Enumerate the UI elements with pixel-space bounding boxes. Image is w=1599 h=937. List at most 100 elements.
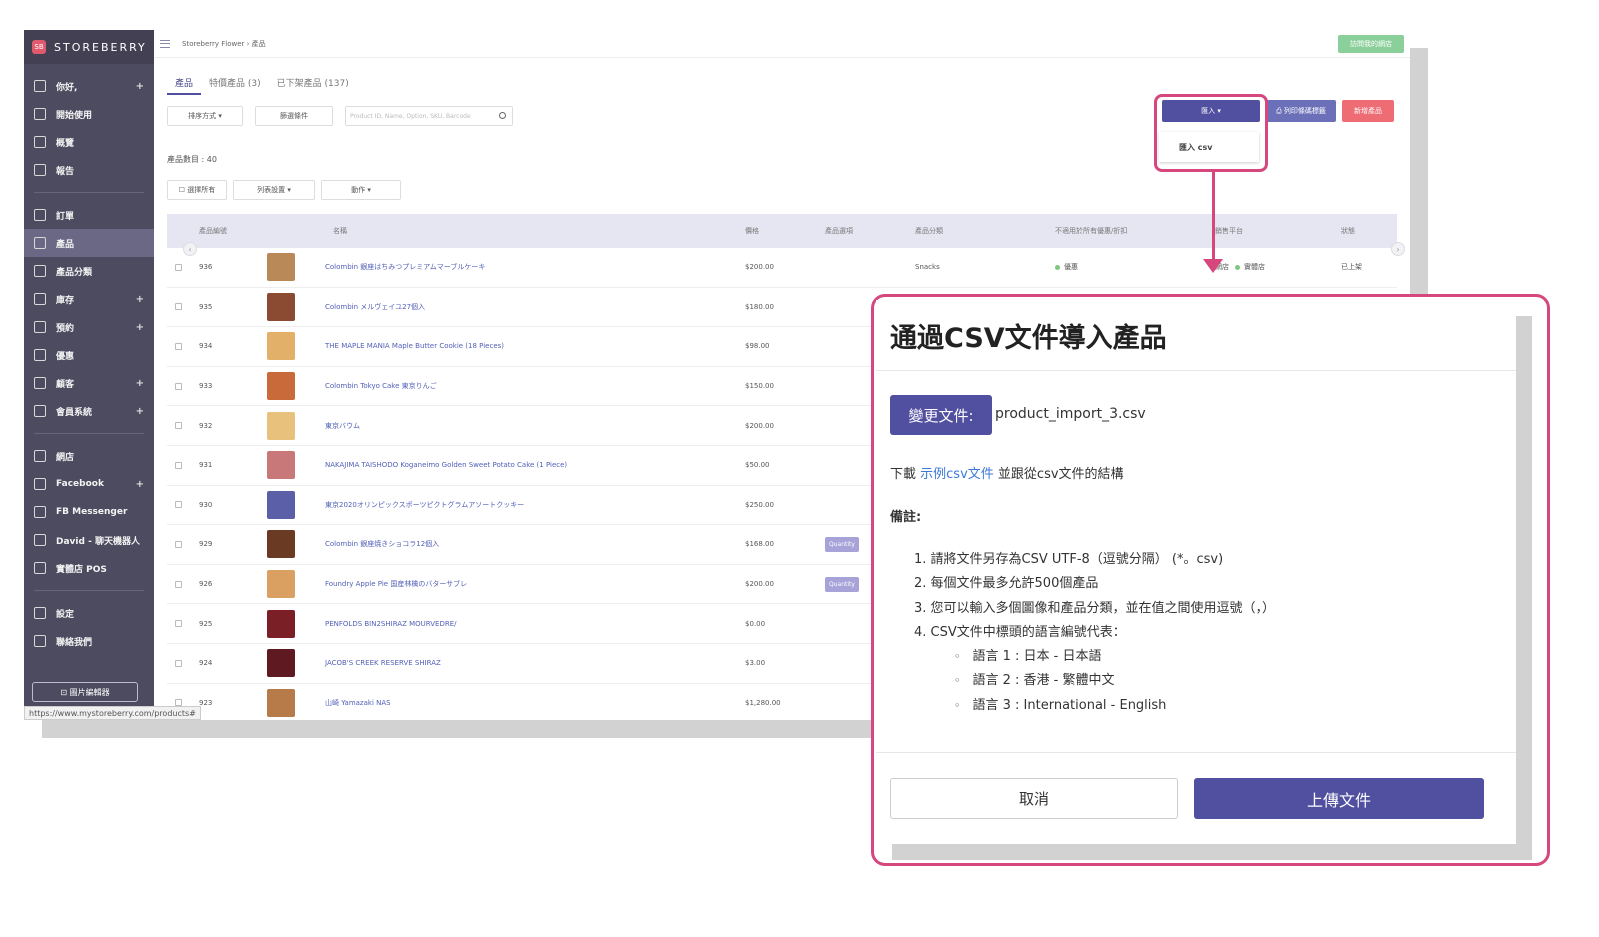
- scroll-right-icon[interactable]: ›: [1391, 242, 1405, 256]
- filter-button[interactable]: 篩選條件: [255, 106, 333, 126]
- sidebar-item[interactable]: 產品: [24, 229, 154, 257]
- row-checkbox[interactable]: [175, 303, 182, 311]
- row-checkbox[interactable]: [175, 501, 182, 509]
- sidebar-item[interactable]: 預約 +: [24, 313, 154, 341]
- expand-plus-icon[interactable]: +: [136, 294, 144, 305]
- sample-csv-link[interactable]: 示例csv文件: [920, 467, 994, 482]
- hamburger-menu-icon[interactable]: [160, 39, 170, 48]
- sidebar-item-label: 設定: [56, 609, 75, 620]
- product-name-link[interactable]: Foundry Apple Pie 国産林檎のバターサブレ: [325, 579, 467, 589]
- row-checkbox[interactable]: [175, 659, 182, 667]
- row-checkbox[interactable]: [175, 540, 182, 548]
- new-product-button[interactable]: 新增產品: [1342, 100, 1394, 122]
- note-item: 2. 每個文件最多允許500個產品: [914, 576, 1099, 592]
- header-name[interactable]: 名稱: [333, 226, 347, 236]
- sidebar-item[interactable]: 你好, +: [24, 72, 154, 100]
- product-name-link[interactable]: NAKAJIMA TAISHODO Koganeimo Golden Sweet…: [325, 461, 567, 469]
- product-thumbnail[interactable]: [267, 609, 295, 638]
- change-file-button[interactable]: 變更文件:: [890, 395, 992, 435]
- search-icon[interactable]: [499, 112, 506, 119]
- row-checkbox[interactable]: [175, 263, 182, 271]
- expand-plus-icon[interactable]: +: [136, 378, 144, 389]
- list-settings-button[interactable]: 列表設置 ▾: [233, 180, 315, 200]
- sidebar-item[interactable]: 報告: [24, 156, 154, 184]
- row-checkbox[interactable]: [175, 422, 182, 430]
- sidebar-item[interactable]: 會員系統 +: [24, 397, 154, 425]
- select-all-button[interactable]: ☐ 選擇所有: [167, 180, 227, 200]
- sidebar-item[interactable]: 概覽: [24, 128, 154, 156]
- header-price[interactable]: 價格: [745, 226, 759, 236]
- row-checkbox[interactable]: [175, 620, 182, 628]
- header-option: 產品選項: [825, 227, 853, 235]
- product-id: 923: [199, 698, 213, 707]
- sidebar-item[interactable]: Facebook +: [24, 470, 154, 498]
- product-thumbnail[interactable]: [267, 292, 295, 321]
- status-dot-icon: [1235, 264, 1240, 270]
- sidebar-item[interactable]: 產品分類: [24, 257, 154, 285]
- upload-file-button[interactable]: 上傳文件: [1194, 778, 1484, 819]
- sidebar-item-label: 顧客: [56, 379, 75, 390]
- row-checkbox[interactable]: [175, 382, 182, 390]
- header-status[interactable]: 狀態: [1341, 226, 1355, 236]
- sidebar-item[interactable]: 庫存 +: [24, 285, 154, 313]
- product-thumbnail[interactable]: [267, 253, 295, 282]
- cancel-button[interactable]: 取消: [890, 778, 1178, 819]
- expand-plus-icon[interactable]: +: [136, 479, 144, 490]
- header-product-id[interactable]: 產品編號: [199, 226, 227, 236]
- product-name-link[interactable]: Colombin 銀座焼きショコラ12個入: [325, 539, 439, 549]
- product-thumbnail[interactable]: [267, 570, 295, 599]
- product-thumbnail[interactable]: [267, 490, 295, 519]
- tab-unlisted-products[interactable]: 已下架產品 (137): [269, 72, 357, 95]
- sort-button[interactable]: 排序方式 ▾: [167, 106, 243, 126]
- search-input[interactable]: Product ID, Name, Option, SKU, Barcode: [345, 106, 513, 126]
- product-thumbnail[interactable]: [267, 688, 295, 717]
- sidebar-item[interactable]: 訂單: [24, 201, 154, 229]
- sidebar-item[interactable]: FB Messenger: [24, 498, 154, 526]
- actions-button[interactable]: 動作 ▾: [321, 180, 401, 200]
- tab-products[interactable]: 產品: [167, 72, 202, 95]
- product-name-link[interactable]: 東京2020オリンピックスポーツピクトグラムアソートクッキー: [325, 500, 524, 510]
- product-thumbnail[interactable]: [267, 451, 295, 480]
- sidebar-item[interactable]: 實體店 POS: [24, 554, 154, 582]
- expand-plus-icon[interactable]: +: [136, 322, 144, 333]
- sidebar-item[interactable]: 網店: [24, 442, 154, 470]
- sidebar-item[interactable]: 聯絡我們: [24, 627, 154, 655]
- row-checkbox[interactable]: [175, 580, 182, 588]
- tab-sale-products[interactable]: 特價產品 (3): [201, 72, 269, 95]
- expand-plus-icon[interactable]: +: [136, 81, 144, 92]
- product-name-link[interactable]: Colombin 銀座はちみつプレミアムマーブルケーキ: [325, 262, 485, 272]
- product-thumbnail[interactable]: [267, 372, 295, 401]
- brand-logo[interactable]: SB STOREBERRY: [24, 30, 154, 64]
- scroll-left-icon[interactable]: ‹: [183, 242, 197, 256]
- print-barcode-button[interactable]: ⎙ 列印條碼標籤: [1266, 100, 1336, 122]
- sidebar-item[interactable]: 開始使用: [24, 100, 154, 128]
- product-name-link[interactable]: JACOB'S CREEK RESERVE SHIRAZ: [325, 659, 441, 667]
- product-thumbnail[interactable]: [267, 530, 295, 559]
- sidebar-item[interactable]: David - 聊天機器人: [24, 526, 154, 554]
- sidebar-item[interactable]: 設定: [24, 599, 154, 627]
- row-checkbox[interactable]: [175, 461, 182, 469]
- product-price: $0.00: [745, 619, 766, 628]
- header-category: 產品分類: [915, 227, 943, 235]
- product-name-link[interactable]: 山崎 Yamazaki NAS: [325, 698, 391, 708]
- visit-store-button[interactable]: 訪問我的網店: [1338, 35, 1404, 53]
- product-name-link[interactable]: THE MAPLE MANIA Maple Butter Cookie (18 …: [325, 342, 504, 350]
- product-thumbnail[interactable]: [267, 332, 295, 361]
- sidebar-item[interactable]: 優惠: [24, 341, 154, 369]
- discount-label: 優惠: [1064, 263, 1078, 272]
- sidebar-divider: [34, 590, 144, 591]
- product-name-link[interactable]: Colombin メルヴェイユ27個入: [325, 302, 425, 312]
- sidebar-item-label: FB Messenger: [56, 507, 128, 517]
- sidebar-item[interactable]: 顧客 +: [24, 369, 154, 397]
- bulk-action-row: ☐ 選擇所有 列表設置 ▾ 動作 ▾: [167, 180, 401, 200]
- product-name-link[interactable]: PENFOLDS BIN2SHIRAZ MOURVEDRE/: [325, 620, 457, 628]
- product-status: 已上架: [1341, 263, 1362, 272]
- product-thumbnail[interactable]: [267, 649, 295, 678]
- image-editor-button[interactable]: ⊡ 圖片編輯器: [32, 682, 138, 702]
- expand-plus-icon[interactable]: +: [136, 406, 144, 417]
- product-thumbnail[interactable]: [267, 411, 295, 440]
- product-name-link[interactable]: 東京バウム: [325, 421, 360, 431]
- row-checkbox[interactable]: [175, 342, 182, 350]
- product-price: $180.00: [745, 302, 774, 311]
- product-name-link[interactable]: Colombin Tokyo Cake 東京りんご: [325, 381, 437, 391]
